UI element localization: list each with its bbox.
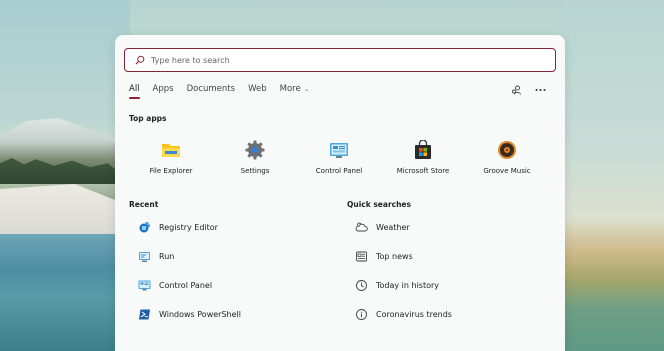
- powershell-icon: [137, 308, 151, 322]
- quick-search-today-in-history[interactable]: Today in history: [354, 271, 452, 300]
- control-panel-icon: [137, 279, 151, 293]
- tab-web[interactable]: Web: [248, 84, 267, 98]
- recent-list: Registry Editor Run Control Panel Window…: [137, 213, 241, 329]
- news-icon: [354, 250, 368, 264]
- registry-icon: [137, 221, 151, 235]
- app-label: Microsoft Store: [396, 167, 450, 175]
- quick-searches-heading: Quick searches: [347, 200, 411, 209]
- tab-documents[interactable]: Documents: [187, 84, 235, 98]
- run-icon: [137, 250, 151, 264]
- app-control-panel[interactable]: Control Panel: [297, 139, 381, 175]
- list-item-label: Today in history: [376, 281, 440, 290]
- app-label: Control Panel: [315, 167, 363, 175]
- wallpaper-right: [564, 0, 664, 351]
- info-icon: [354, 308, 368, 322]
- tab-all[interactable]: All: [129, 84, 140, 99]
- top-apps-row: File Explorer Settings Control Panel Mic…: [129, 139, 549, 175]
- list-item-label: Run: [159, 252, 175, 261]
- recent-item-registry-editor[interactable]: Registry Editor: [137, 213, 241, 242]
- top-apps-heading: Top apps: [129, 114, 167, 123]
- app-label: Groove Music: [483, 167, 531, 175]
- desktop-background: All Apps Documents Web More ⌄: [0, 0, 664, 351]
- app-label: File Explorer: [149, 167, 193, 175]
- clock-icon: [354, 279, 368, 293]
- list-item-label: Windows PowerShell: [159, 310, 241, 319]
- quick-search-top-news[interactable]: Top news: [354, 242, 452, 271]
- quick-search-weather[interactable]: Weather: [354, 213, 452, 242]
- list-item-label: Control Panel: [159, 281, 213, 290]
- quick-search-coronavirus-trends[interactable]: Coronavirus trends: [354, 300, 452, 329]
- tab-more-label: More: [279, 84, 301, 94]
- cloud-icon: [354, 221, 368, 235]
- app-groove-music[interactable]: Groove Music: [465, 139, 549, 175]
- recent-heading: Recent: [129, 200, 159, 209]
- recent-item-windows-powershell[interactable]: Windows PowerShell: [137, 300, 241, 329]
- list-item-label: Coronavirus trends: [376, 310, 452, 319]
- list-item-label: Registry Editor: [159, 223, 218, 232]
- list-item-label: Weather: [376, 223, 410, 232]
- app-settings[interactable]: Settings: [213, 139, 297, 175]
- gear-icon: [244, 139, 266, 161]
- app-file-explorer[interactable]: File Explorer: [129, 139, 213, 175]
- control-panel-icon: [328, 139, 350, 161]
- store-bag-icon: [412, 139, 434, 161]
- search-input[interactable]: [149, 51, 531, 69]
- account-switch-icon[interactable]: [509, 83, 523, 97]
- tab-apps[interactable]: Apps: [153, 84, 174, 98]
- recent-item-control-panel[interactable]: Control Panel: [137, 271, 241, 300]
- music-disc-icon: [496, 139, 518, 161]
- recent-item-run[interactable]: Run: [137, 242, 241, 271]
- filter-tabs: All Apps Documents Web More ⌄: [129, 84, 323, 99]
- list-item-label: Top news: [376, 252, 413, 261]
- app-microsoft-store[interactable]: Microsoft Store: [381, 139, 465, 175]
- tab-more[interactable]: More ⌄: [280, 84, 310, 98]
- search-box[interactable]: [124, 48, 556, 72]
- search-icon: [131, 51, 149, 69]
- search-panel: All Apps Documents Web More ⌄: [115, 35, 565, 351]
- quick-searches-list: Weather Top news Today in history Corona…: [354, 213, 452, 329]
- more-options-icon[interactable]: [533, 83, 547, 97]
- app-label: Settings: [240, 167, 270, 175]
- header-actions: [499, 83, 547, 97]
- wallpaper-water: [0, 234, 130, 351]
- chevron-down-icon: ⌄: [303, 85, 310, 93]
- folder-icon: [160, 139, 182, 161]
